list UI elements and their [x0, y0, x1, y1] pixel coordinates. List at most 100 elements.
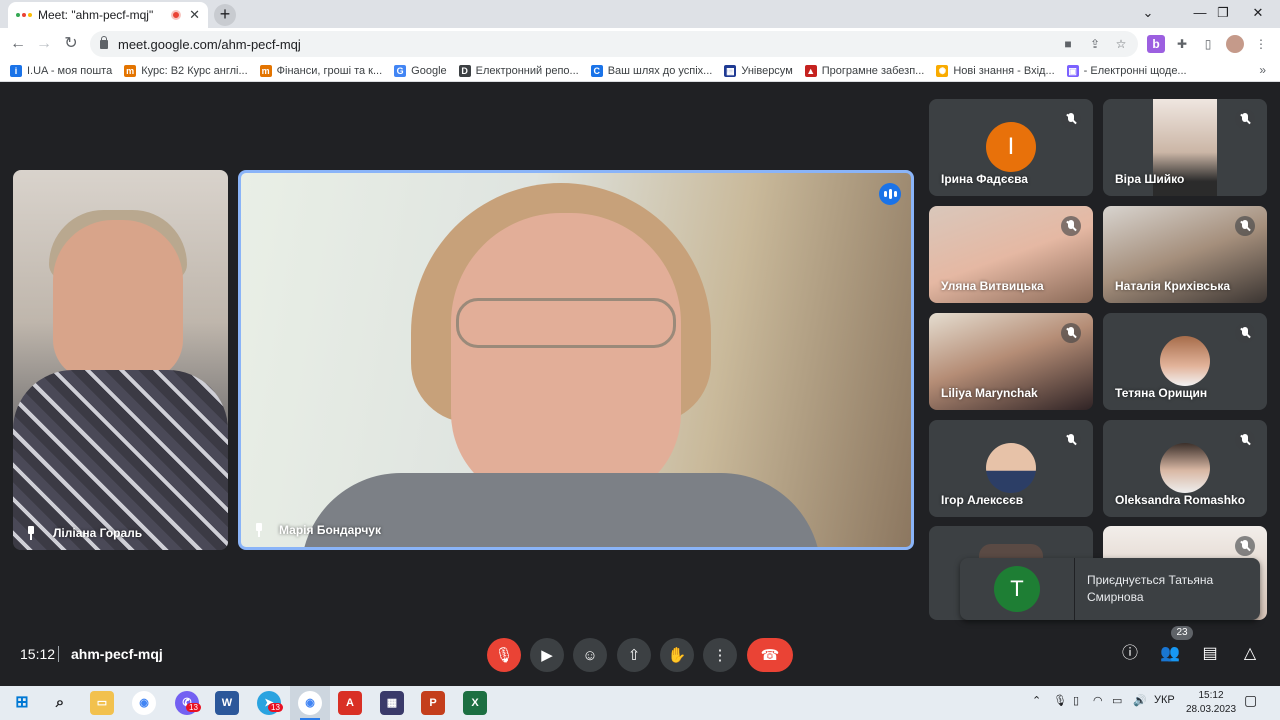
participant-name: Уляна Витвицька	[941, 279, 1044, 293]
more-options-button[interactable]: ⋮	[703, 638, 737, 672]
extension-b-icon[interactable]: b	[1147, 35, 1165, 53]
chrome-menu-icon[interactable]: ⋮	[1252, 35, 1270, 53]
people-icon[interactable]: 👥	[1158, 642, 1182, 666]
extensions-puzzle-icon[interactable]: ✚	[1173, 35, 1191, 53]
join-notification: T Приєднується Татьяна Смирнова	[960, 558, 1260, 620]
excel-icon[interactable]: X	[463, 691, 487, 715]
participant-avatar	[1160, 443, 1210, 493]
participant-tile[interactable]: Віра Шийко	[1103, 99, 1267, 196]
bookmark-item[interactable]: ▲ Програмне забезп...	[804, 64, 924, 77]
bookmark-item[interactable]: ▣ - Електронні щоде...	[1066, 64, 1187, 77]
mic-off-icon	[1061, 430, 1081, 450]
telegram-badge: 13	[268, 703, 283, 712]
video-camera-icon: ▶	[541, 647, 553, 664]
chat-icon[interactable]: ▤	[1198, 642, 1222, 666]
lock-icon	[100, 35, 108, 49]
participant-avatar	[1160, 336, 1210, 386]
share-icon[interactable]: ⇪	[1087, 36, 1103, 52]
leave-call-button[interactable]: ☎	[747, 638, 793, 672]
mic-tray-icon[interactable]: 🎙	[1053, 694, 1067, 707]
bookmark-favicon-icon: D	[458, 64, 471, 77]
new-tab-button[interactable]: +	[214, 4, 236, 26]
browser-tab-meet[interactable]: Meet: "ahm-pecf-mqj" ✕	[8, 2, 208, 28]
maximize-button[interactable]: ❐	[1203, 0, 1243, 28]
windows-start-icon[interactable]: ⊞	[10, 691, 34, 715]
bookmark-favicon-icon: m	[259, 64, 272, 77]
participant-tile[interactable]: Oleksandra Romashko	[1103, 420, 1267, 517]
profile-avatar[interactable]	[1226, 35, 1244, 53]
bookmark-item[interactable]: m Фінанси, гроші та к...	[259, 64, 382, 77]
speaking-indicator-icon	[879, 183, 901, 205]
video-feed-shape	[451, 213, 681, 503]
participant-tile[interactable]: Наталія Крихівська	[1103, 206, 1267, 303]
close-window-button[interactable]: ✕	[1238, 0, 1278, 28]
tray-overflow-icon[interactable]: ⌃	[1032, 694, 1041, 707]
reactions-button[interactable]: ☺	[573, 638, 607, 672]
bookmark-item[interactable]: m Курс: B2 Курс англі...	[124, 64, 248, 77]
bookmark-item[interactable]: G Google	[394, 64, 447, 77]
system-clock[interactable]: 15:12 28.03.2023	[1186, 689, 1236, 717]
emoji-icon: ☺	[582, 646, 598, 664]
side-panel-icon[interactable]: ▯	[1199, 35, 1217, 53]
bookmark-item[interactable]: ▦ Універсум	[724, 64, 793, 77]
hang-up-icon: ☎	[760, 647, 780, 664]
participant-tile[interactable]: І Ірина Фадєєва	[929, 99, 1093, 196]
search-icon[interactable]: ⌕	[48, 691, 72, 715]
participant-name: Тетяна Орищин	[1115, 386, 1208, 400]
participant-name: Oleksandra Romashko	[1115, 493, 1246, 507]
bookmark-item[interactable]: i I.UA - моя пошта	[10, 64, 113, 77]
acrobat-icon[interactable]: A	[338, 691, 362, 715]
participant-tile[interactable]: Liliya Marynchak	[929, 313, 1093, 410]
mic-off-icon	[1235, 216, 1255, 236]
activities-icon[interactable]: △	[1238, 642, 1262, 666]
address-bar[interactable]: meet.google.com/ahm-pecf-mqj	[90, 31, 1138, 57]
system-time: 15:12	[1198, 690, 1224, 701]
notification-center-icon[interactable]: ▢	[1244, 692, 1257, 709]
raise-hand-button[interactable]: ✋	[660, 638, 694, 672]
media-app-icon[interactable]: ▦	[380, 691, 404, 715]
usb-tray-icon[interactable]: ▯	[1073, 694, 1079, 707]
participant-avatar: І	[986, 122, 1036, 172]
meeting-details-icon[interactable]: ⓘ	[1118, 642, 1142, 666]
camera-indicator-icon[interactable]: ■	[1060, 36, 1076, 52]
participant-tile-pinned-left[interactable]: Ліліана Гораль	[13, 170, 228, 550]
mic-off-icon	[1235, 536, 1255, 556]
battery-tray-icon[interactable]: ▭	[1112, 694, 1122, 707]
bookmark-item[interactable]: C Ваш шлях до успіх...	[590, 64, 713, 77]
mic-off-icon	[1061, 323, 1081, 343]
participant-tile[interactable]: Ігор Алексєєв	[929, 420, 1093, 517]
bookmark-label: Ваш шлях до успіх...	[607, 64, 713, 77]
reload-icon[interactable]: ↻	[61, 34, 81, 54]
volume-tray-icon[interactable]: 🔊	[1133, 694, 1147, 707]
forward-arrow-icon[interactable]: →	[34, 34, 54, 54]
mic-toggle-button[interactable]: 🎙	[487, 638, 521, 672]
meeting-code: ahm-pecf-mqj	[71, 646, 163, 662]
participant-name: Наталія Крихівська	[1115, 279, 1231, 293]
file-explorer-icon[interactable]: ▭	[90, 691, 114, 715]
present-screen-button[interactable]: ⇧	[617, 638, 651, 672]
bookmarks-overflow-icon[interactable]: »	[1259, 63, 1266, 77]
bookmark-star-icon[interactable]: ☆	[1113, 36, 1129, 52]
pin-icon	[253, 523, 265, 537]
back-arrow-icon[interactable]: ←	[8, 34, 28, 54]
bookmark-item[interactable]: ✺ Нові знання - Вхід...	[936, 64, 1055, 77]
bookmark-item[interactable]: D Електронний репо...	[458, 64, 579, 77]
tab-close-icon[interactable]: ✕	[189, 7, 200, 23]
chrome-profile-icon[interactable]: ◉	[298, 691, 322, 715]
participant-tile[interactable]: Уляна Витвицька	[929, 206, 1093, 303]
wifi-tray-icon[interactable]: ◠	[1093, 694, 1103, 707]
powerpoint-icon[interactable]: P	[421, 691, 445, 715]
present-screen-icon: ⇧	[627, 647, 641, 664]
chrome-icon[interactable]: ◉	[132, 691, 156, 715]
word-icon[interactable]: W	[215, 691, 239, 715]
mic-off-icon	[1061, 216, 1081, 236]
participant-tile[interactable]: Тетяна Орищин	[1103, 313, 1267, 410]
bookmark-label: I.UA - моя пошта	[27, 64, 113, 77]
browser-tab-strip: Meet: "ahm-pecf-mqj" ✕ + ⌄ — ❐ ✕	[0, 0, 1280, 28]
windows-taskbar: ⊞ ⌕ ▭ ◉ ✆ 13 W ➤ 13 ◉ A ▦ P X ⌃ 🎙 ▯ ◠ ▭ …	[0, 686, 1280, 720]
participant-tile-main-speaker[interactable]: Марія Бондарчук	[238, 170, 914, 550]
mic-off-icon	[1235, 430, 1255, 450]
input-language[interactable]: УКР	[1154, 694, 1175, 706]
camera-toggle-button[interactable]: ▶	[530, 638, 564, 672]
tab-search-icon[interactable]: ⌄	[1128, 0, 1168, 28]
